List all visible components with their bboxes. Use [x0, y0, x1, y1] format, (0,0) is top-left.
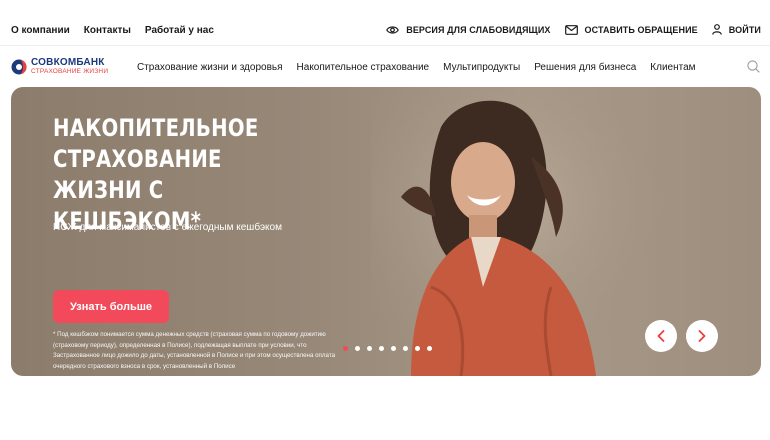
slider-dot[interactable]	[379, 346, 384, 351]
accessibility-button[interactable]: ВЕРСИЯ ДЛЯ СЛАБОВИДЯЩИХ	[386, 25, 550, 35]
slider-next-button[interactable]	[686, 320, 718, 352]
envelope-icon	[564, 24, 578, 35]
main-nav-bar: СОВКОМБАНК СТРАХОВАНИЕ ЖИЗНИ Страхование…	[0, 47, 770, 85]
slider-prev-button[interactable]	[645, 320, 677, 352]
top-tools: ВЕРСИЯ ДЛЯ СЛАБОВИДЯЩИХ ОСТАВИТЬ ОБРАЩЕН…	[386, 24, 761, 35]
logo-name: СОВКОМБАНК	[31, 57, 105, 68]
logo-subtitle: СТРАХОВАНИЕ ЖИЗНИ	[31, 68, 109, 75]
eye-icon	[386, 25, 400, 34]
top-nav: О компании Контакты Работай у нас	[11, 25, 214, 36]
slider-dot[interactable]	[343, 346, 348, 351]
slider-dot[interactable]	[355, 346, 360, 351]
search-icon	[747, 60, 760, 73]
menu-item-clients[interactable]: Клиентам	[650, 62, 695, 73]
slider-dot[interactable]	[427, 346, 432, 351]
login-label: ВОЙТИ	[728, 24, 761, 35]
top-link-contacts[interactable]: Контакты	[84, 25, 131, 36]
top-link-careers[interactable]: Работай у нас	[145, 25, 214, 36]
slider-dots	[343, 346, 432, 351]
user-icon	[711, 24, 722, 35]
appeal-label: ОСТАВИТЬ ОБРАЩЕНИЕ	[584, 24, 698, 35]
hero-footnote: * Под кешбэком понимается сумма денежных…	[53, 331, 336, 370]
hero-subtitle: НСЖ для максималистов с ежегодным кешбэк…	[53, 222, 282, 233]
search-button[interactable]	[747, 60, 760, 78]
menu-item-life-health[interactable]: Страхование жизни и здоровья	[137, 62, 283, 73]
hero-title: НАКОПИТЕЛЬНОЕ СТРАХОВАНИЕ ЖИЗНИ С КЕШБЭК…	[53, 114, 259, 235]
learn-more-button[interactable]: Узнать больше	[53, 290, 169, 323]
slider-dot[interactable]	[415, 346, 420, 351]
chevron-right-icon	[698, 330, 706, 342]
slider-dot[interactable]	[391, 346, 396, 351]
logo-text: СОВКОМБАНК СТРАХОВАНИЕ ЖИЗНИ	[31, 58, 108, 76]
menu-item-business[interactable]: Решения для бизнеса	[534, 62, 636, 73]
chevron-left-icon	[657, 330, 665, 342]
menu-item-savings[interactable]: Накопительное страхование	[297, 62, 430, 73]
top-link-about[interactable]: О компании	[11, 25, 70, 36]
hero-banner: НАКОПИТЕЛЬНОЕ СТРАХОВАНИЕ ЖИЗНИ С КЕШБЭК…	[11, 87, 761, 376]
logo-mark-icon	[11, 59, 27, 75]
hero-photo-woman	[371, 87, 671, 376]
slider-dot[interactable]	[367, 346, 372, 351]
login-button[interactable]: ВОЙТИ	[711, 24, 761, 35]
logo[interactable]: СОВКОМБАНК СТРАХОВАНИЕ ЖИЗНИ	[11, 58, 108, 76]
slider-dot[interactable]	[403, 346, 408, 351]
accessibility-label: ВЕРСИЯ ДЛЯ СЛАБОВИДЯЩИХ	[406, 24, 551, 35]
top-utility-bar: О компании Контакты Работай у нас ВЕРСИЯ…	[0, 0, 770, 46]
main-menu: Страхование жизни и здоровья Накопительн…	[137, 62, 696, 73]
appeal-button[interactable]: ОСТАВИТЬ ОБРАЩЕНИЕ	[564, 24, 698, 35]
menu-item-multiproducts[interactable]: Мультипродукты	[443, 62, 520, 73]
